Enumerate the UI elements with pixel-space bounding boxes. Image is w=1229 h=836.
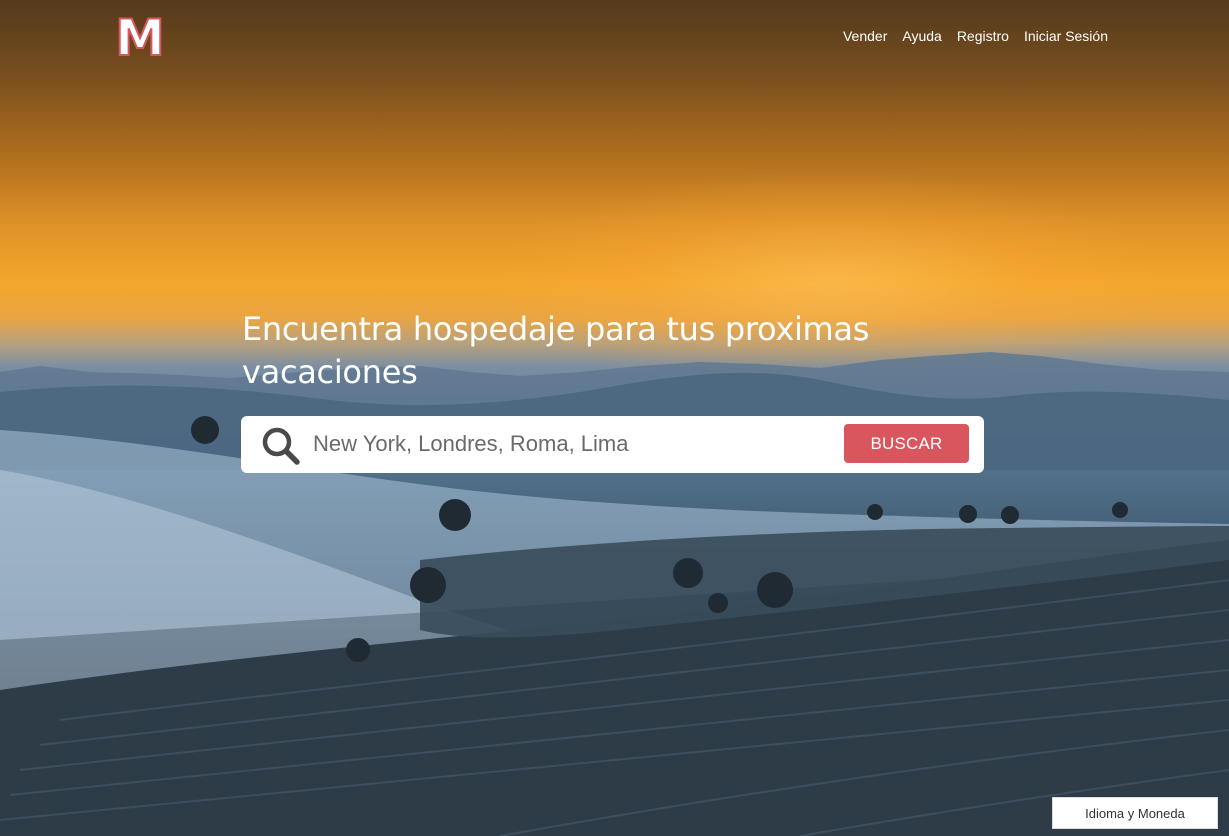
destination-search-input[interactable] [313,425,833,463]
brand-logo[interactable]: M [116,12,164,60]
language-currency-button[interactable]: Idioma y Moneda [1052,797,1218,829]
hero-headline: Encuentra hospedaje para tus proximas va… [242,310,870,391]
nav-link-vender[interactable]: Vender [843,28,887,44]
brand-logo-letter: M [116,12,164,60]
search-bar: BUSCAR [241,416,984,473]
hero-section: M Vender Ayuda Registro Iniciar Sesión E… [0,0,1229,836]
nav-link-registro[interactable]: Registro [957,28,1009,44]
search-icon [262,427,300,465]
nav-link-ayuda[interactable]: Ayuda [902,28,941,44]
top-navigation: Vender Ayuda Registro Iniciar Sesión [843,28,1108,44]
search-button[interactable]: BUSCAR [844,424,969,463]
nav-link-iniciar-sesion[interactable]: Iniciar Sesión [1024,28,1108,44]
